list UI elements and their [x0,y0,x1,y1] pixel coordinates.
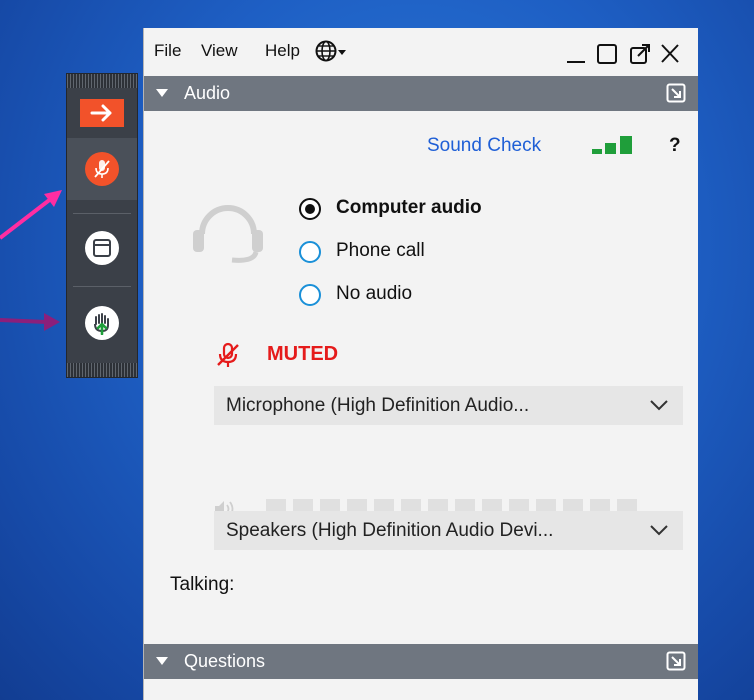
popout-panel-icon[interactable] [666,83,686,103]
arrow-right-icon [80,99,124,127]
window-icon [85,231,119,265]
collapse-triangle-icon [156,657,168,665]
side-toolbar [66,73,138,378]
collapse-panel-button[interactable] [67,92,137,134]
talking-label: Talking: [170,574,235,595]
popout-panel-icon[interactable] [666,651,686,671]
menu-file[interactable]: File [154,41,181,61]
audio-panel-header[interactable]: Audio [144,76,698,111]
microphone-select-value: Microphone (High Definition Audio... [226,395,530,416]
toolbar-grip-bottom[interactable] [67,363,137,377]
raise-hand-icon [85,306,119,340]
questions-panel-body [144,679,698,700]
restore-icon[interactable] [597,44,617,64]
microphone-muted-icon [217,342,239,367]
globe-icon [315,40,346,62]
collapse-triangle-icon [156,89,168,97]
raise-hand-button[interactable] [67,292,137,354]
window-controls [567,44,679,64]
menu-help[interactable]: Help [265,41,300,61]
radio-no-audio[interactable] [299,284,321,306]
option-computer-audio-label: Computer audio [336,197,482,218]
window-button[interactable] [67,217,137,279]
popout-icon[interactable] [630,44,650,64]
help-question-mark[interactable]: ? [669,135,681,157]
sound-check-link[interactable]: Sound Check [427,135,541,157]
radio-phone-call[interactable] [299,241,321,263]
chevron-down-icon [650,400,668,411]
close-icon[interactable] [661,44,679,63]
radio-computer-audio[interactable] [299,198,321,220]
muted-status: MUTED [267,343,339,365]
toolbar-grip-top[interactable] [67,74,137,88]
chevron-down-icon [650,525,668,536]
mute-button[interactable] [67,138,137,200]
pink-arrow [0,190,62,240]
audio-panel-title: Audio [184,83,231,103]
menu-view[interactable]: View [201,41,238,61]
purple-arrow [0,313,60,331]
microphone-muted-icon [85,152,119,186]
speakers-select[interactable]: Speakers (High Definition Audio Devi... [214,511,683,550]
headset-icon [193,205,263,263]
speakers-select-value: Speakers (High Definition Audio Devi... [226,520,554,541]
option-no-audio-label: No audio [336,283,413,304]
control-panel-window: File View Help Audio Sound Check ? Compu… [143,28,698,700]
questions-panel-title: Questions [184,651,266,671]
option-phone-call-label: Phone call [336,240,425,261]
language-menu[interactable] [314,39,350,67]
menu-bar: File View Help [144,28,698,76]
signal-bars-icon [592,136,632,154]
questions-panel-header[interactable]: Questions [144,644,698,679]
microphone-select[interactable]: Microphone (High Definition Audio... [214,386,683,425]
